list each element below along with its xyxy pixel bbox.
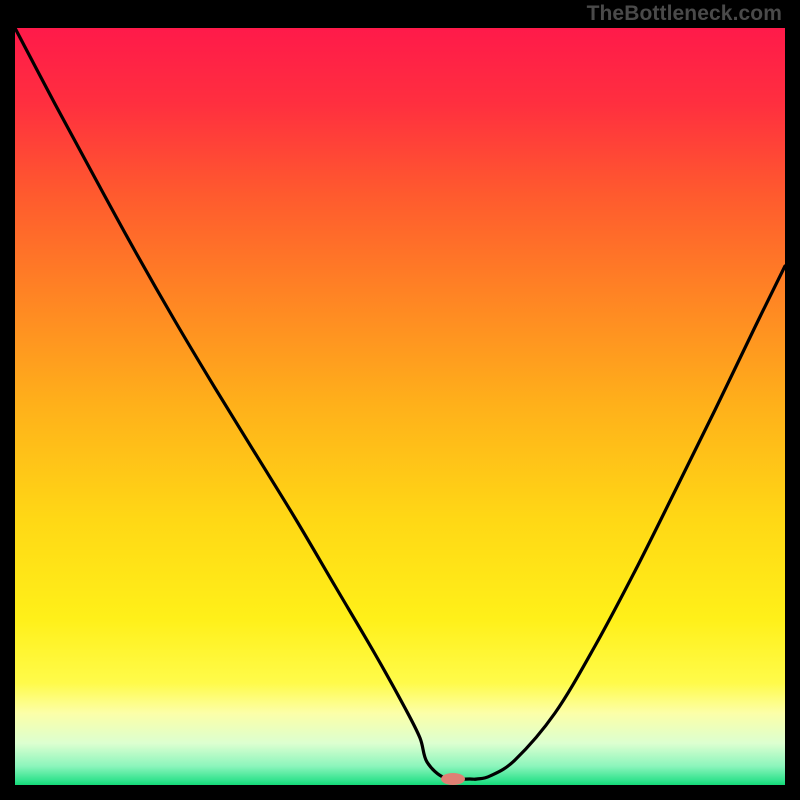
optimal-marker <box>441 773 465 785</box>
chart-background <box>15 28 785 785</box>
watermark-text: TheBottleneck.com <box>587 2 782 26</box>
bottleneck-chart <box>15 28 785 785</box>
chart-frame <box>15 28 785 785</box>
